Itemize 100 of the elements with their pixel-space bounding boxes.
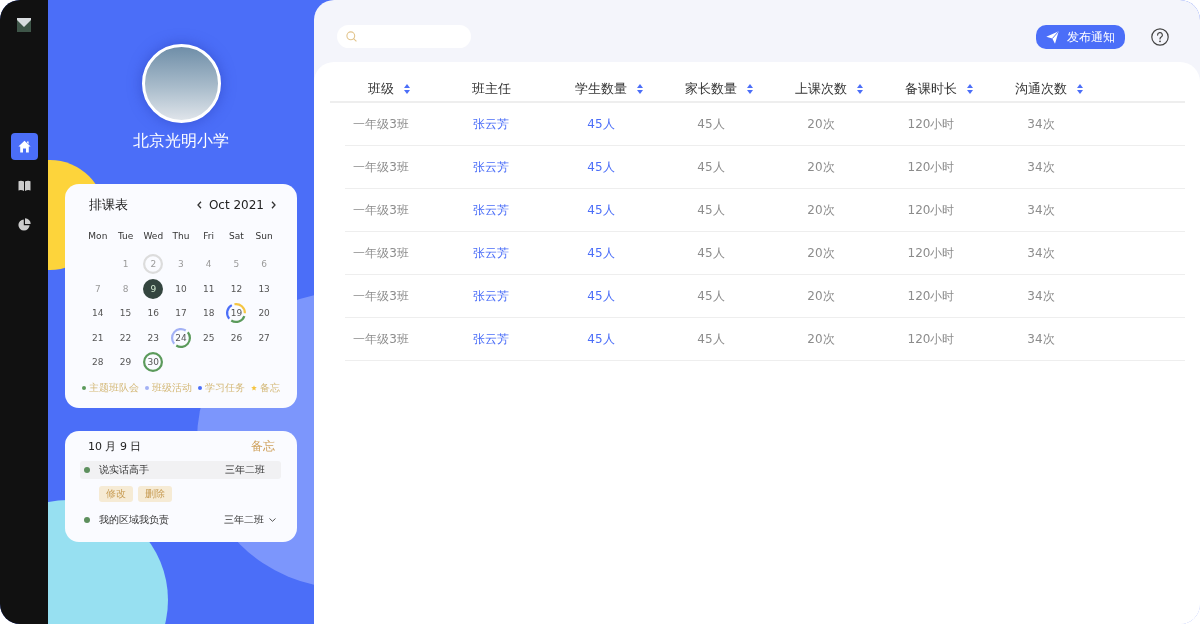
month-label: Oct 2021 <box>208 198 264 212</box>
legend-label: 主题班队会 <box>89 380 139 395</box>
legend-label: 备忘 <box>260 380 280 395</box>
search-field[interactable] <box>337 25 471 48</box>
table-cell: 20次 <box>807 331 835 348</box>
calendar-day[interactable]: 30 <box>143 352 164 373</box>
calendar-day[interactable]: 17 <box>171 303 191 324</box>
table-cell: 45人 <box>697 245 725 262</box>
table-link[interactable]: 45人 <box>587 159 615 176</box>
paper-plane-icon <box>1046 30 1059 44</box>
book-icon <box>17 179 31 192</box>
calendar-day[interactable]: 13 <box>254 278 275 299</box>
weekday-label: Mon <box>88 231 108 241</box>
sort-icon[interactable] <box>857 83 863 94</box>
calendar-title: 排课表 <box>89 196 129 214</box>
calendar-day[interactable]: 19 <box>226 303 247 324</box>
table-cell: 45人 <box>697 116 725 133</box>
calendar-day[interactable]: 16 <box>143 303 164 324</box>
sort-icon[interactable] <box>1077 83 1083 94</box>
calendar-day[interactable]: 23 <box>143 327 164 348</box>
class-label: 三年二班 <box>225 463 265 477</box>
table-cell: 20次 <box>807 159 835 176</box>
calendar-day[interactable]: 12 <box>226 278 247 299</box>
nav-button[interactable] <box>10 133 38 160</box>
legend-label: 学习任务 <box>205 380 245 395</box>
calendar-day[interactable]: 26 <box>226 327 247 348</box>
column-header[interactable]: 备课时长 <box>905 79 973 98</box>
table-cell: 20次 <box>807 202 835 219</box>
table-link[interactable]: 45人 <box>587 288 615 305</box>
table-cell: 120小时 <box>907 245 955 262</box>
chevron-down-icon[interactable] <box>269 518 276 522</box>
column-header[interactable]: 家长数量 <box>685 79 753 98</box>
column-header[interactable]: 上课次数 <box>795 79 863 98</box>
publish-button[interactable]: 发布通知 <box>1036 25 1125 49</box>
column-header[interactable]: 班主任 <box>471 79 511 98</box>
table-cell: 34次 <box>1027 202 1055 219</box>
calendar-day[interactable]: 14 <box>87 303 108 324</box>
weekday-label: Thu <box>172 231 190 241</box>
table-link[interactable]: 张云芳 <box>473 245 509 262</box>
chevron-left-icon[interactable] <box>196 201 202 209</box>
weekday-label: Wed <box>143 231 164 241</box>
calendar-day[interactable]: 21 <box>87 327 108 348</box>
agenda-item[interactable]: 我的区域我负责 三年二班 <box>80 511 281 529</box>
calendar-day[interactable]: 28 <box>87 352 108 373</box>
calendar-day[interactable]: 18 <box>198 303 219 324</box>
weekday-label: Sat <box>229 231 244 241</box>
agenda-date: 10 月 9 日 <box>88 439 142 454</box>
calendar-day[interactable]: 22 <box>115 327 136 348</box>
table-link[interactable]: 45人 <box>587 202 615 219</box>
agenda-item[interactable]: 说实话高手 三年二班 <box>80 461 281 479</box>
calendar-day[interactable]: 24 <box>171 327 191 348</box>
table-cell: 一年级3班 <box>353 288 409 305</box>
column-header[interactable]: 学生数量 <box>575 79 643 98</box>
weekday-label: Fri <box>203 231 215 241</box>
table-cell: 34次 <box>1027 331 1055 348</box>
table-cell: 45人 <box>697 288 725 305</box>
table-link[interactable]: 张云芳 <box>473 331 509 348</box>
column-header[interactable]: 班级 <box>368 79 410 98</box>
column-header[interactable]: 沟通次数 <box>1015 79 1083 98</box>
envelope-logo-icon[interactable] <box>17 18 31 32</box>
table-cell: 一年级3班 <box>353 159 409 176</box>
sort-icon[interactable] <box>747 83 753 94</box>
table-cell: 一年级3班 <box>353 116 409 133</box>
table-cell: 120小时 <box>907 159 955 176</box>
calendar-day[interactable]: 15 <box>115 303 136 324</box>
table-link[interactable]: 45人 <box>587 116 615 133</box>
calendar-day[interactable]: 10 <box>171 278 191 299</box>
table-link[interactable]: 45人 <box>587 245 615 262</box>
school-name: 北京光明小学 <box>133 131 229 151</box>
table-link[interactable]: 张云芳 <box>473 159 509 176</box>
table-cell: 34次 <box>1027 245 1055 262</box>
table-cell: 45人 <box>697 202 725 219</box>
table-cell: 45人 <box>697 331 725 348</box>
table-cell: 34次 <box>1027 288 1055 305</box>
home-icon <box>17 140 31 153</box>
sort-icon[interactable] <box>404 83 410 94</box>
table-cell: 120小时 <box>907 331 955 348</box>
pie-chart-icon <box>17 218 31 231</box>
table-cell: 20次 <box>807 116 835 133</box>
table-link[interactable]: 张云芳 <box>473 116 509 133</box>
calendar-day[interactable]: 29 <box>115 352 136 373</box>
calendar-day[interactable]: 9 <box>143 278 164 299</box>
calendar-day[interactable]: 11 <box>198 278 219 299</box>
table-cell: 一年级3班 <box>353 202 409 219</box>
chevron-right-icon[interactable] <box>271 201 276 209</box>
calendar-day[interactable]: 27 <box>254 327 275 348</box>
sort-icon[interactable] <box>967 83 973 94</box>
agenda-item-title: 说实话高手 <box>99 463 150 477</box>
help-icon[interactable] <box>1151 28 1169 46</box>
table-cell: 34次 <box>1027 159 1055 176</box>
agenda-item-title: 我的区域我负责 <box>99 513 170 527</box>
table-link[interactable]: 45人 <box>587 331 615 348</box>
class-label: 三年二班 <box>224 513 264 527</box>
sort-icon[interactable] <box>637 83 643 94</box>
table-link[interactable]: 张云芳 <box>473 288 509 305</box>
weekday-label: Sun <box>255 231 273 241</box>
weekday-label: Tue <box>117 231 134 241</box>
calendar-day[interactable]: 25 <box>198 327 219 348</box>
calendar-day[interactable]: 20 <box>254 303 275 324</box>
table-link[interactable]: 张云芳 <box>473 202 509 219</box>
